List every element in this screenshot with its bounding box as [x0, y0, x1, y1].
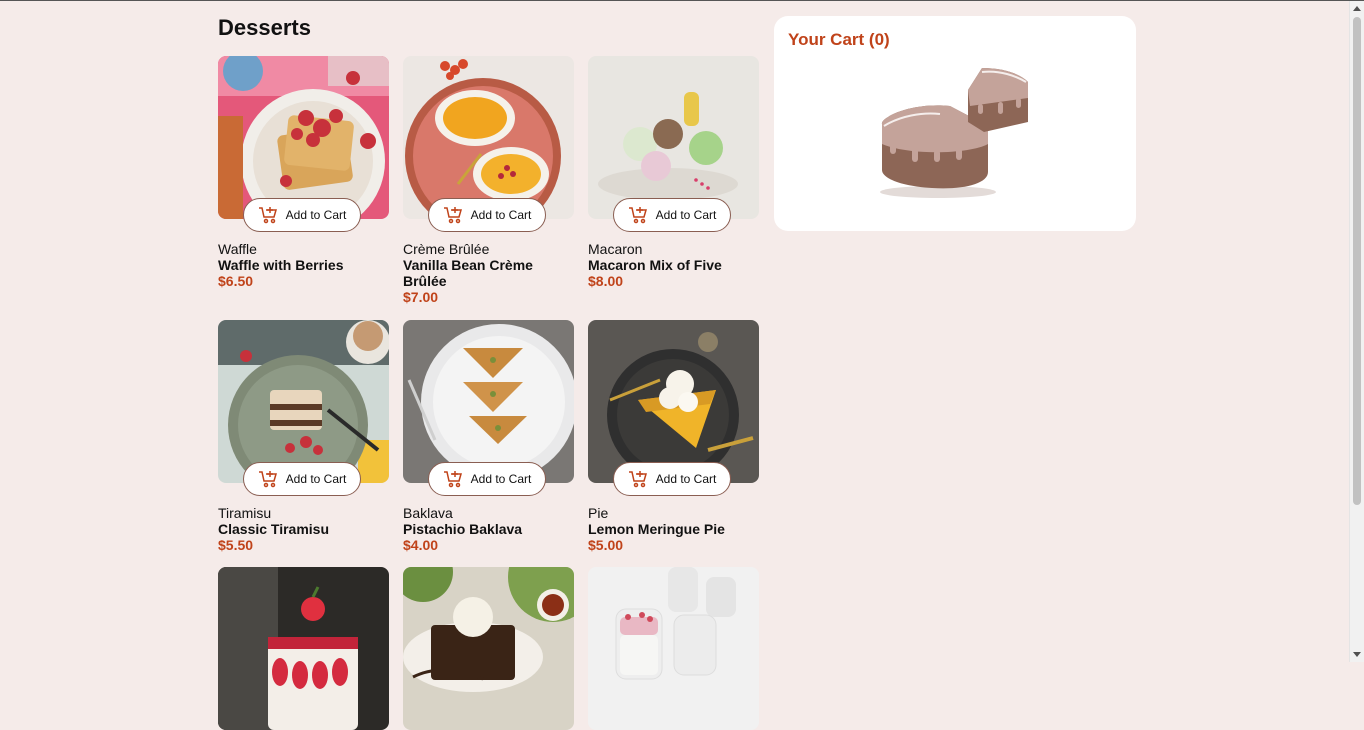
red-velvet-cake-image: [218, 567, 389, 730]
cart-plus-icon: [443, 206, 463, 224]
product-info: Tiramisu Classic Tiramisu $5.50: [218, 505, 389, 553]
add-to-cart-label: Add to Cart: [285, 472, 347, 486]
cart-title: Your Cart (0): [788, 30, 890, 49]
product-category: Waffle: [218, 241, 257, 257]
product-price: $7.00: [403, 289, 439, 305]
add-to-cart-label: Add to Cart: [285, 208, 347, 222]
add-to-cart-label: Add to Cart: [470, 208, 532, 222]
product-category: Baklava: [403, 505, 453, 521]
panna-cotta-image: [588, 567, 759, 730]
baklava-image: [403, 320, 574, 483]
product-category: Tiramisu: [218, 505, 272, 521]
product-card: [403, 567, 574, 730]
product-name: Waffle with Berries: [218, 257, 344, 273]
product-name: Pistachio Baklava: [403, 521, 523, 537]
product-info: Crème Brûlée Vanilla Bean Crème Brûlée $…: [403, 241, 574, 305]
brownie-image: [403, 567, 574, 730]
product-price: $6.50: [218, 273, 254, 289]
product-card: Add to Cart Pie Lemon Meringue Pie $5.00: [588, 320, 759, 553]
add-to-cart-button[interactable]: Add to Cart: [243, 198, 361, 232]
product-name: Lemon Meringue Pie: [588, 521, 725, 537]
product-price: $8.00: [588, 273, 624, 289]
add-to-cart-label: Add to Cart: [655, 208, 717, 222]
cart-plus-icon: [258, 206, 278, 224]
scroll-down-arrow-icon[interactable]: [1353, 652, 1361, 657]
product-card: [588, 567, 759, 730]
add-to-cart-label: Add to Cart: [655, 472, 717, 486]
empty-cart-cake-illustration: [870, 62, 1040, 207]
product-price: $5.00: [588, 537, 624, 553]
page-scrollbar[interactable]: [1349, 1, 1364, 662]
waffle-image: [218, 56, 389, 219]
scrollbar-thumb[interactable]: [1353, 17, 1361, 505]
product-name: Macaron Mix of Five: [588, 257, 722, 273]
cart-plus-icon: [258, 470, 278, 488]
cart-plus-icon: [628, 470, 648, 488]
product-card: Add to Cart Tiramisu Classic Tiramisu $5…: [218, 320, 389, 553]
pie-image: [588, 320, 759, 483]
product-card: [218, 567, 389, 730]
product-category: Crème Brûlée: [403, 241, 490, 257]
product-info: Waffle Waffle with Berries $6.50: [218, 241, 389, 289]
page-title: Desserts: [218, 15, 311, 40]
add-to-cart-button[interactable]: Add to Cart: [428, 462, 546, 496]
add-to-cart-button[interactable]: Add to Cart: [243, 462, 361, 496]
cart-plus-icon: [628, 206, 648, 224]
tiramisu-image: [218, 320, 389, 483]
add-to-cart-button[interactable]: Add to Cart: [428, 198, 546, 232]
add-to-cart-label: Add to Cart: [470, 472, 532, 486]
scroll-up-arrow-icon[interactable]: [1353, 6, 1361, 11]
add-to-cart-button[interactable]: Add to Cart: [613, 462, 731, 496]
product-info: Baklava Pistachio Baklava $4.00: [403, 505, 574, 553]
product-price: $4.00: [403, 537, 439, 553]
product-card: Add to Cart Crème Brûlée Vanilla Bean Cr…: [403, 56, 574, 305]
product-info: Macaron Macaron Mix of Five $8.00: [588, 241, 759, 289]
cart-plus-icon: [443, 470, 463, 488]
product-card: Add to Cart Waffle Waffle with Berries $…: [218, 56, 389, 289]
creme-brulee-image: [403, 56, 574, 219]
product-category: Macaron: [588, 241, 643, 257]
macaron-image: [588, 56, 759, 219]
product-price: $5.50: [218, 537, 254, 553]
product-category: Pie: [588, 505, 609, 521]
add-to-cart-button[interactable]: Add to Cart: [613, 198, 731, 232]
product-name: Vanilla Bean Crème Brûlée: [403, 257, 533, 289]
product-info: Pie Lemon Meringue Pie $5.00: [588, 505, 759, 553]
product-card: Add to Cart Macaron Macaron Mix of Five …: [588, 56, 759, 289]
product-name: Classic Tiramisu: [218, 521, 330, 537]
cart-panel: Your Cart (0): [774, 16, 1136, 231]
product-card: Add to Cart Baklava Pistachio Baklava $4…: [403, 320, 574, 553]
